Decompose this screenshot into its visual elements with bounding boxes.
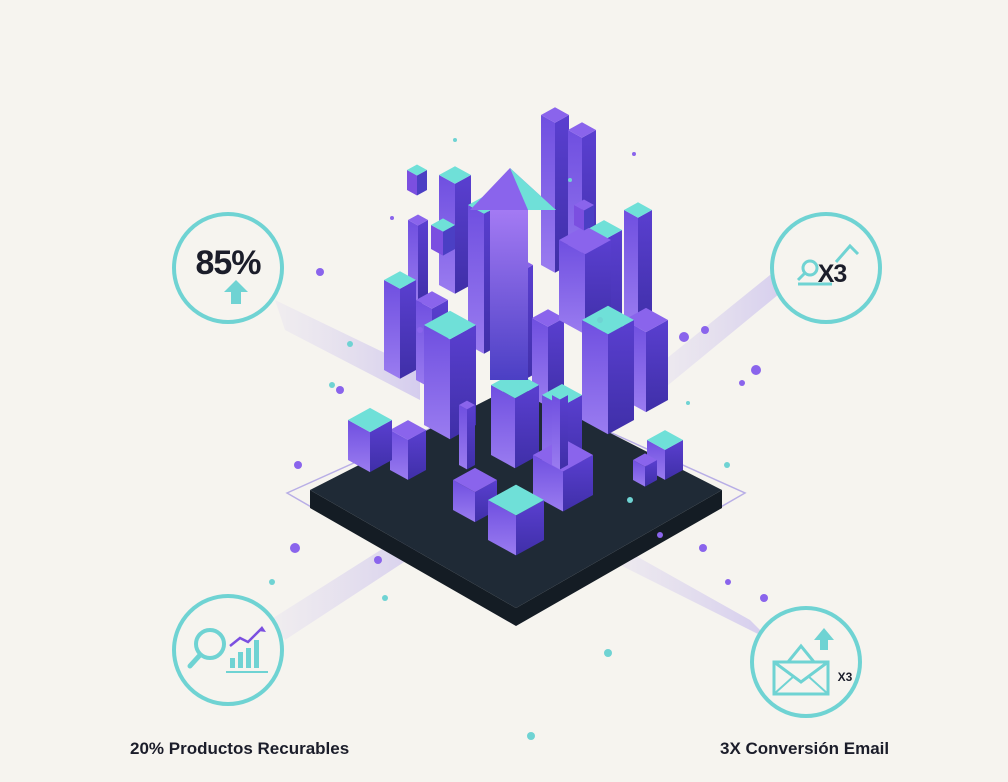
particle bbox=[760, 594, 768, 602]
building-left-face bbox=[624, 210, 638, 328]
email-icon bbox=[772, 628, 834, 696]
particle bbox=[627, 497, 633, 503]
particle bbox=[347, 341, 353, 347]
stat-badge-email: X3 bbox=[750, 606, 862, 718]
particle bbox=[390, 216, 394, 220]
building-right-face bbox=[608, 320, 634, 435]
building-left-face bbox=[582, 320, 608, 435]
particle bbox=[316, 268, 324, 276]
building-left-face bbox=[541, 115, 555, 273]
particle bbox=[336, 386, 344, 394]
email-multiplier: X3 bbox=[837, 670, 853, 684]
caption-email-conversion: 3X Conversión Email bbox=[720, 739, 890, 758]
stat-badge-percentage: 85% bbox=[172, 212, 284, 324]
building-left-face bbox=[552, 395, 560, 470]
particle bbox=[269, 579, 275, 585]
analytics-search-icon bbox=[187, 626, 268, 673]
particle bbox=[725, 579, 731, 585]
building-right-face bbox=[467, 405, 475, 470]
particle bbox=[329, 382, 335, 388]
building-right-face bbox=[646, 320, 668, 413]
building-right-face bbox=[560, 395, 568, 470]
particle bbox=[382, 595, 388, 601]
stat-badge-analytics bbox=[172, 594, 284, 706]
particle bbox=[604, 649, 612, 657]
multiplier-value: X3 bbox=[817, 260, 848, 288]
building-left-face bbox=[459, 405, 467, 470]
particle bbox=[699, 544, 707, 552]
particle bbox=[527, 732, 535, 740]
particle bbox=[597, 317, 603, 323]
caption-recurring-products: 20% Productos Recurables bbox=[130, 739, 350, 758]
particle bbox=[417, 327, 423, 333]
particle bbox=[290, 543, 300, 553]
particle bbox=[294, 461, 302, 469]
arrow-up-icon bbox=[224, 280, 248, 304]
building-right-face bbox=[400, 280, 416, 379]
particle bbox=[686, 401, 690, 405]
particle bbox=[568, 178, 572, 182]
particle bbox=[374, 556, 382, 564]
building-left-face bbox=[424, 325, 450, 440]
particle bbox=[453, 138, 457, 142]
particle bbox=[724, 462, 730, 468]
particle bbox=[657, 532, 663, 538]
particle bbox=[739, 380, 745, 386]
building-left-face bbox=[559, 240, 585, 335]
particle bbox=[679, 332, 689, 342]
particle bbox=[701, 326, 709, 334]
particle bbox=[751, 365, 761, 375]
growth-arrow-shaft bbox=[490, 205, 528, 380]
stat-badge-multiplier: X3 bbox=[770, 212, 882, 324]
building-left-face bbox=[491, 385, 515, 469]
building-right-face bbox=[418, 220, 428, 306]
particle bbox=[632, 152, 636, 156]
building-left-face bbox=[384, 280, 400, 379]
